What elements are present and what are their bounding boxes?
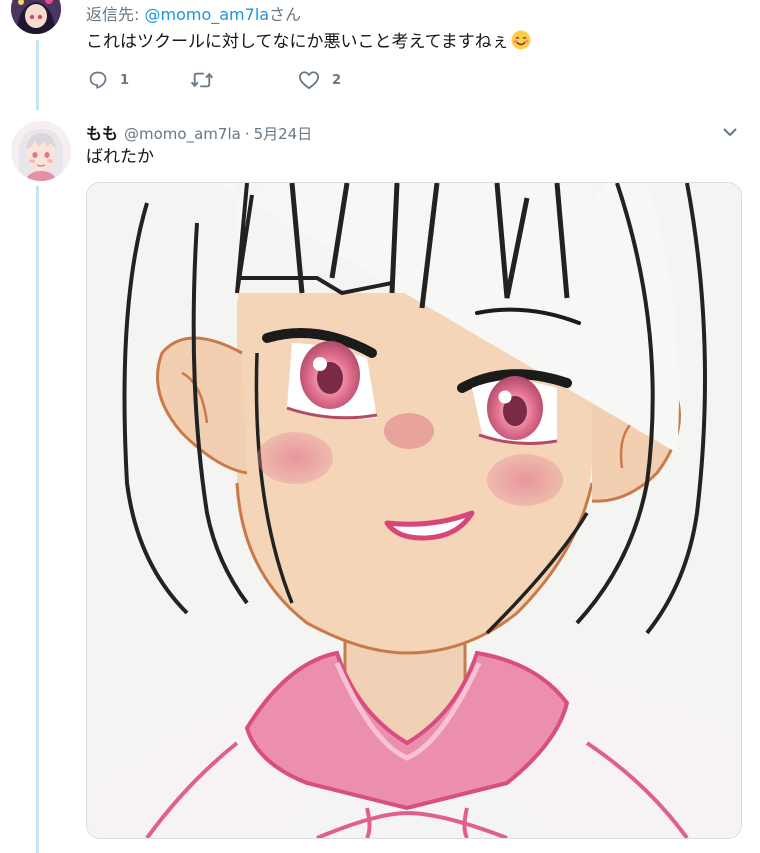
retweet-button[interactable] xyxy=(190,70,226,90)
illustration-image xyxy=(87,183,741,838)
tweet-text: これはツクールに対してなにか悪いこと考えてますねぇ xyxy=(86,30,531,57)
heart-icon xyxy=(298,70,320,90)
like-button[interactable]: 2 xyxy=(298,70,341,90)
smiling-face-with-smiling-eyes-icon xyxy=(511,30,531,57)
tweet-text-body: これはツクールに対してなにか悪いこと考えてますねぇ xyxy=(86,32,509,52)
reply-context: 返信先: @momo_am7laさん xyxy=(86,1,301,25)
reply-button[interactable]: 1 xyxy=(88,70,129,90)
like-count: 2 xyxy=(332,72,342,88)
display-name[interactable]: もも xyxy=(86,120,118,144)
reply-prefix: 返信先: xyxy=(86,5,140,24)
timestamp-link[interactable]: 5月24日 xyxy=(254,123,313,144)
tweet-actions: 1 2 xyxy=(88,70,388,92)
avatar[interactable] xyxy=(11,0,61,34)
separator-dot: · xyxy=(244,125,250,143)
thread-line xyxy=(36,186,39,853)
screen-name[interactable]: @momo_am7la xyxy=(124,125,241,143)
reply-suffix: さん xyxy=(269,5,302,24)
tweet-header: もも @momo_am7la · 5月24日 xyxy=(86,120,312,144)
reply-count: 1 xyxy=(120,72,130,88)
chevron-down-icon[interactable] xyxy=(720,122,740,146)
avatar[interactable] xyxy=(11,121,71,181)
reply-handle-link[interactable]: @momo_am7la xyxy=(145,5,270,24)
tweet-text: ばれたか xyxy=(86,147,154,167)
reply-icon xyxy=(88,70,108,90)
media-image[interactable] xyxy=(86,182,742,839)
thread-line xyxy=(36,40,39,110)
retweet-icon xyxy=(190,70,214,90)
